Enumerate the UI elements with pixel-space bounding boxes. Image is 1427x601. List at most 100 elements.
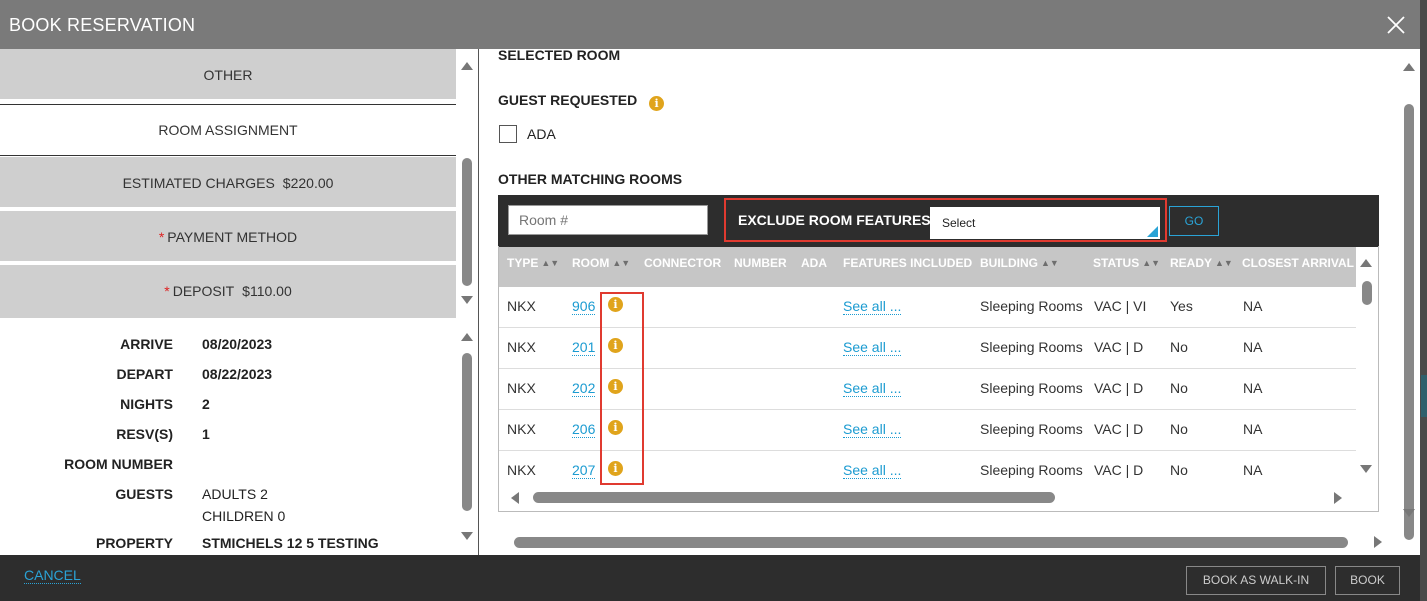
column-header-ready[interactable]: READY ▲▼ bbox=[1170, 256, 1233, 270]
section-deposit[interactable]: * DEPOSIT $110.00 bbox=[0, 265, 456, 318]
exclude-features-highlight: EXCLUDE ROOM FEATURES Select bbox=[724, 198, 1167, 242]
scrollbar-thumb[interactable] bbox=[514, 537, 1348, 548]
section-room-assignment[interactable]: ROOM ASSIGNMENT bbox=[0, 104, 456, 156]
scroll-up-icon[interactable] bbox=[461, 333, 473, 341]
room-number-input[interactable] bbox=[508, 205, 708, 235]
room-number-label: ROOM NUMBER bbox=[64, 456, 173, 472]
room-link[interactable]: 206 bbox=[572, 421, 596, 438]
left-panel: OTHER ROOM ASSIGNMENT ESTIMATED CHARGES $… bbox=[0, 49, 456, 555]
column-header-status[interactable]: STATUS ▲▼ bbox=[1093, 256, 1160, 270]
column-header-type[interactable]: TYPE ▲▼ bbox=[507, 256, 559, 270]
sort-icon[interactable]: ▲▼ bbox=[1041, 258, 1059, 268]
scrollbar-thumb[interactable] bbox=[1404, 104, 1414, 540]
room-link[interactable]: 201 bbox=[572, 339, 596, 356]
scroll-up-icon[interactable] bbox=[461, 62, 473, 70]
info-icon[interactable]: i bbox=[649, 96, 665, 111]
see-all-features-link[interactable]: See all ... bbox=[843, 421, 902, 438]
guests-label: GUESTS bbox=[115, 486, 173, 502]
nights-label: NIGHTS bbox=[120, 396, 173, 412]
cell-ready: No bbox=[1170, 339, 1188, 355]
scrollbar-thumb[interactable] bbox=[1362, 281, 1372, 305]
ada-checkbox-label: ADA bbox=[527, 126, 556, 142]
sections-scrollbar[interactable] bbox=[457, 56, 477, 306]
scroll-down-icon[interactable] bbox=[461, 296, 473, 304]
column-header-room[interactable]: ROOM ▲▼ bbox=[572, 256, 630, 270]
rooms-table-header: TYPE ▲▼ ROOM ▲▼ CONNECTOR NUMBER ADA FEATU… bbox=[499, 247, 1366, 287]
cell-ready: No bbox=[1170, 380, 1188, 396]
cell-building: Sleeping Rooms bbox=[980, 339, 1083, 355]
scroll-up-icon[interactable] bbox=[1403, 63, 1415, 71]
see-all-features-link[interactable]: See all ... bbox=[843, 339, 902, 356]
cell-ready: No bbox=[1170, 462, 1188, 478]
column-header-building[interactable]: BUILDING ▲▼ bbox=[980, 256, 1059, 270]
cell-ready: Yes bbox=[1170, 298, 1193, 314]
guests-children: CHILDREN 0 bbox=[202, 508, 286, 524]
sort-icon[interactable]: ▲▼ bbox=[612, 258, 630, 268]
scroll-down-icon[interactable] bbox=[1403, 509, 1415, 517]
scrollbar-thumb[interactable] bbox=[462, 158, 472, 286]
section-payment-method[interactable]: * PAYMENT METHOD bbox=[0, 211, 456, 263]
modal-title: BOOK RESERVATION bbox=[9, 15, 196, 35]
cancel-link[interactable]: CANCEL bbox=[24, 567, 81, 584]
guest-requested-heading: GUEST REQUESTED i bbox=[498, 92, 665, 111]
arrive-label: ARRIVE bbox=[120, 336, 173, 352]
section-estimated-charges[interactable]: ESTIMATED CHARGES $220.00 bbox=[0, 157, 456, 209]
sort-icon[interactable]: ▲▼ bbox=[1142, 258, 1160, 268]
go-button[interactable]: GO bbox=[1169, 206, 1219, 236]
cell-status: VAC | VI bbox=[1094, 298, 1147, 314]
background-accent bbox=[1421, 375, 1427, 417]
scroll-down-icon[interactable] bbox=[1360, 465, 1372, 473]
cell-type: NKX bbox=[507, 462, 536, 478]
see-all-features-link[interactable]: See all ... bbox=[843, 462, 902, 479]
cell-closest-arrival: NA bbox=[1243, 298, 1263, 314]
column-header-features: FEATURES INCLUDED bbox=[843, 256, 973, 270]
sort-icon[interactable]: ▲▼ bbox=[1215, 258, 1233, 268]
cell-status: VAC | D bbox=[1094, 462, 1144, 478]
book-as-walk-in-button[interactable]: BOOK AS WALK-IN bbox=[1186, 566, 1326, 595]
cell-type: NKX bbox=[507, 298, 536, 314]
cell-type: NKX bbox=[507, 380, 536, 396]
sort-icon[interactable]: ▲▼ bbox=[541, 258, 559, 268]
cell-closest-arrival: NA bbox=[1243, 421, 1263, 437]
arrive-value: 08/20/2023 bbox=[202, 336, 273, 352]
column-header-ada: ADA bbox=[801, 256, 827, 270]
scroll-right-icon[interactable] bbox=[1334, 492, 1342, 504]
see-all-features-link[interactable]: See all ... bbox=[843, 298, 902, 315]
book-button[interactable]: BOOK bbox=[1335, 566, 1400, 595]
scroll-down-icon[interactable] bbox=[461, 532, 473, 540]
scroll-left-icon[interactable] bbox=[511, 492, 519, 504]
cell-closest-arrival: NA bbox=[1243, 339, 1263, 355]
section-other[interactable]: OTHER bbox=[0, 49, 456, 101]
column-header-connector: CONNECTOR bbox=[644, 256, 722, 270]
room-link[interactable]: 906 bbox=[572, 298, 596, 315]
scroll-right-icon[interactable] bbox=[1374, 536, 1382, 548]
summary-scrollbar[interactable] bbox=[457, 328, 477, 542]
panel-horizontal-scrollbar[interactable] bbox=[496, 530, 1392, 554]
deposit-amount: $110.00 bbox=[242, 283, 292, 299]
room-link[interactable]: 207 bbox=[572, 462, 596, 479]
depart-label: DEPART bbox=[116, 366, 173, 382]
cell-building: Sleeping Rooms bbox=[980, 380, 1083, 396]
scrollbar-thumb[interactable] bbox=[533, 492, 1055, 503]
close-icon[interactable] bbox=[1385, 14, 1407, 36]
room-link[interactable]: 202 bbox=[572, 380, 596, 397]
cell-building: Sleeping Rooms bbox=[980, 421, 1083, 437]
exclude-features-select[interactable]: Select bbox=[930, 207, 1160, 239]
ada-checkbox[interactable] bbox=[499, 125, 517, 143]
panel-vertical-scrollbar[interactable] bbox=[1398, 49, 1420, 555]
scroll-up-icon[interactable] bbox=[1360, 259, 1372, 267]
exclude-features-label: EXCLUDE ROOM FEATURES bbox=[738, 212, 931, 228]
section-deposit-label: DEPOSIT bbox=[172, 283, 235, 299]
see-all-features-link[interactable]: See all ... bbox=[843, 380, 902, 397]
table-horizontal-scrollbar[interactable] bbox=[499, 487, 1356, 509]
estimated-charges-amount: $220.00 bbox=[282, 175, 334, 191]
section-payment-method-label: PAYMENT METHOD bbox=[167, 229, 298, 245]
cell-type: NKX bbox=[507, 421, 536, 437]
modal-footer: CANCEL BOOK AS WALK-IN BOOK bbox=[0, 555, 1420, 601]
modal-header: BOOK RESERVATION bbox=[0, 0, 1420, 49]
resv-value: 1 bbox=[202, 426, 210, 442]
table-vertical-scrollbar[interactable] bbox=[1356, 247, 1378, 487]
cell-status: VAC | D bbox=[1094, 339, 1144, 355]
scrollbar-thumb[interactable] bbox=[462, 353, 472, 511]
section-room-assignment-label: ROOM ASSIGNMENT bbox=[158, 122, 298, 138]
